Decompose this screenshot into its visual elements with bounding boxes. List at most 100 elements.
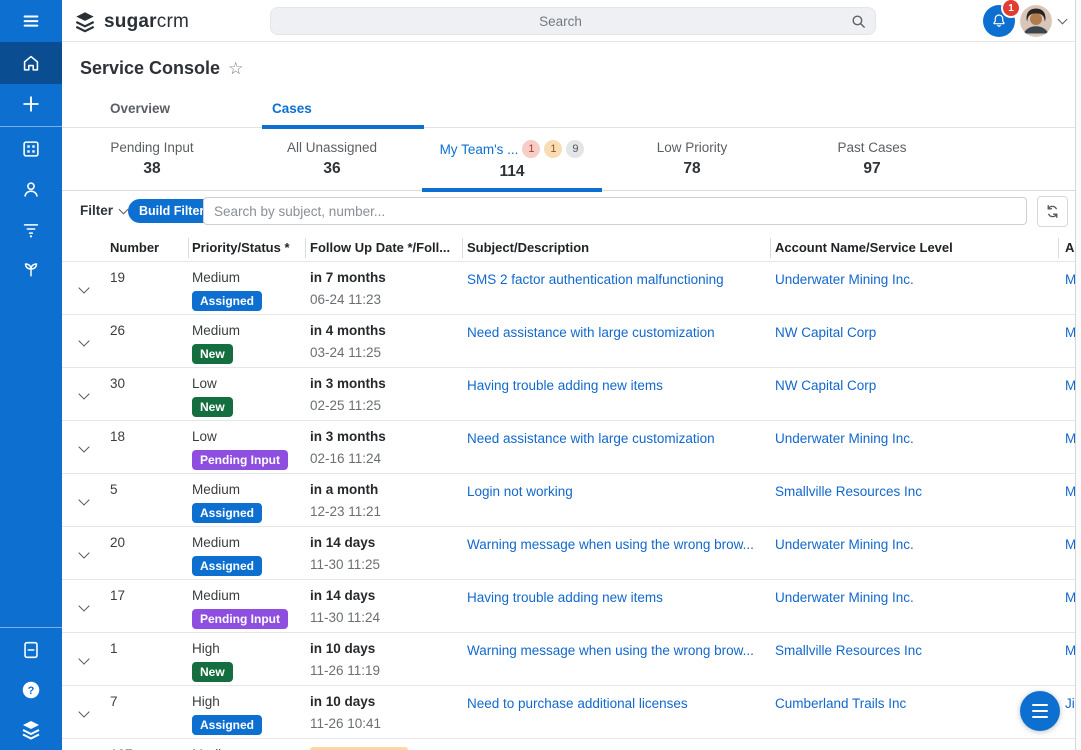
status-badge: Pending Input <box>192 609 288 629</box>
follow-up-datetime: 11-26 10:41 <box>310 716 381 731</box>
sidebar-item-leads[interactable] <box>0 209 62 249</box>
case-number: 26 <box>110 323 125 338</box>
case-search-input[interactable] <box>203 197 1027 225</box>
col-assigned[interactable]: As <box>1065 240 1075 255</box>
expand-chevron-icon[interactable] <box>78 547 89 558</box>
subject-link[interactable]: Need assistance with large customization <box>467 431 715 446</box>
search-icon[interactable] <box>850 13 867 30</box>
follow-up-datetime: 12-23 11:21 <box>310 504 381 519</box>
expand-chevron-icon[interactable] <box>78 335 89 346</box>
sidebar-item-contacts[interactable] <box>0 169 62 209</box>
expand-chevron-icon[interactable] <box>78 441 89 452</box>
assigned-user-link[interactable]: Max <box>1065 590 1075 605</box>
favorite-star-icon[interactable]: ☆ <box>228 59 243 79</box>
priority: Medium <box>192 323 240 338</box>
assigned-user-link[interactable]: Max <box>1065 484 1075 499</box>
col-follow-up[interactable]: Follow Up Date */Foll... <box>310 240 450 255</box>
follow-up-relative: in 14 days <box>310 588 380 603</box>
sidebar-item-create[interactable] <box>0 84 62 124</box>
col-subject[interactable]: Subject/Description <box>467 240 589 255</box>
subject-link[interactable]: Warning message when using the wrong bro… <box>467 537 754 552</box>
expand-chevron-icon[interactable] <box>78 653 89 664</box>
scrollbar-track[interactable] <box>1075 0 1081 750</box>
table-row: 1 HighNew in 10 days11-26 11:19 Warning … <box>62 633 1075 686</box>
assigned-user-link[interactable]: Jim <box>1065 696 1075 711</box>
account-link[interactable]: Underwater Mining Inc. <box>775 590 914 605</box>
expand-chevron-icon[interactable] <box>78 282 89 293</box>
table-row: 17 MediumPending Input in 14 days11-30 1… <box>62 580 1075 633</box>
expand-chevron-icon[interactable] <box>78 388 89 399</box>
quick-actions-fab[interactable] <box>1020 691 1060 731</box>
priority: Low <box>192 376 233 391</box>
subtab-pending-input[interactable]: Pending Input 38 <box>62 129 242 191</box>
help-icon: ? <box>20 679 42 701</box>
sla-badge-red: 1 <box>522 140 540 158</box>
subtab-my-teams[interactable]: My Team's ... 1 1 9 114 <box>422 129 602 191</box>
status-badge: New <box>192 397 233 417</box>
subtab-count: 114 <box>422 163 602 181</box>
sidebar-item-help[interactable]: ? <box>0 670 62 710</box>
sla-badge-orange: 1 <box>544 140 562 158</box>
subject-link[interactable]: Need to purchase additional licenses <box>467 696 688 711</box>
case-number: 18 <box>110 429 125 444</box>
account-link[interactable]: NW Capital Corp <box>775 378 876 393</box>
account-link[interactable]: Cumberland Trails Inc <box>775 696 906 711</box>
subject-link[interactable]: Warning message when using the wrong bro… <box>467 643 754 658</box>
assigned-user-link[interactable]: Max <box>1065 378 1075 393</box>
sidebar-menu-button[interactable] <box>0 0 62 42</box>
account-link[interactable]: Underwater Mining Inc. <box>775 537 914 552</box>
priority: Medium <box>192 588 288 603</box>
follow-up-datetime: 11-30 11:24 <box>310 610 380 625</box>
expand-chevron-icon[interactable] <box>78 600 89 611</box>
subject-link[interactable]: Login not working <box>467 484 573 499</box>
global-search-input[interactable] <box>271 14 850 29</box>
account-link[interactable]: Underwater Mining Inc. <box>775 272 914 287</box>
status-badge: New <box>192 344 233 364</box>
assigned-user-link[interactable]: Max <box>1065 537 1075 552</box>
tab-overview[interactable]: Overview <box>100 95 262 128</box>
assigned-user-link[interactable]: Max <box>1065 643 1075 658</box>
tab-cases[interactable]: Cases <box>262 95 424 128</box>
account-link[interactable]: Smallville Resources Inc <box>775 484 922 499</box>
account-link[interactable]: Underwater Mining Inc. <box>775 431 914 446</box>
subject-link[interactable]: SMS 2 factor authentication malfunctioni… <box>467 272 724 287</box>
subtab-count: 38 <box>62 160 242 178</box>
col-account[interactable]: Account Name/Service Level <box>775 240 953 255</box>
accounts-icon <box>20 138 42 160</box>
expand-chevron-icon[interactable] <box>78 494 89 505</box>
subtab-past-cases[interactable]: Past Cases 97 <box>782 129 962 191</box>
global-search <box>270 7 876 35</box>
logo-text: sugarcrm <box>104 11 189 33</box>
sla-badge-gray: 9 <box>566 140 584 158</box>
subtab-low-priority[interactable]: Low Priority 78 <box>602 129 782 191</box>
sidebar-divider <box>0 627 62 628</box>
assigned-user-link[interactable]: Max <box>1065 272 1075 287</box>
assigned-user-link[interactable]: Max <box>1065 431 1075 446</box>
sidebar-item-home[interactable] <box>0 42 62 84</box>
subject-link[interactable]: Having trouble adding new items <box>467 378 663 393</box>
assigned-user-link[interactable]: Max <box>1065 325 1075 340</box>
col-number[interactable]: Number <box>110 240 159 255</box>
subject-link[interactable]: Need assistance with large customization <box>467 325 715 340</box>
follow-up-datetime: 03-24 11:25 <box>310 345 386 360</box>
status-badge: Assigned <box>192 556 262 576</box>
column-divider <box>188 238 189 258</box>
hamburger-menu-icon <box>20 10 42 32</box>
col-priority-status[interactable]: Priority/Status * <box>192 240 290 255</box>
account-link[interactable]: NW Capital Corp <box>775 325 876 340</box>
subject-link[interactable]: Having trouble adding new items <box>467 590 663 605</box>
expand-chevron-icon[interactable] <box>78 706 89 717</box>
sidebar-item-documents[interactable] <box>0 630 62 670</box>
subtab-all-unassigned[interactable]: All Unassigned 36 <box>242 129 422 191</box>
sidebar-item-accounts[interactable] <box>0 129 62 169</box>
table-row: 18 LowPending Input in 3 months02-16 11:… <box>62 421 1075 474</box>
follow-up-relative: in 10 days <box>310 694 381 709</box>
user-avatar[interactable] <box>1020 5 1052 37</box>
refresh-button[interactable] <box>1037 196 1068 227</box>
filter-dropdown[interactable]: Filter <box>80 203 127 218</box>
account-link[interactable]: Smallville Resources Inc <box>775 643 922 658</box>
sidebar-item-opportunities[interactable] <box>0 249 62 289</box>
profile-caret-icon[interactable] <box>1058 15 1068 25</box>
sugarcrm-logo[interactable]: sugarcrm <box>72 9 189 35</box>
sidebar-item-sugarcrm[interactable] <box>0 710 62 750</box>
